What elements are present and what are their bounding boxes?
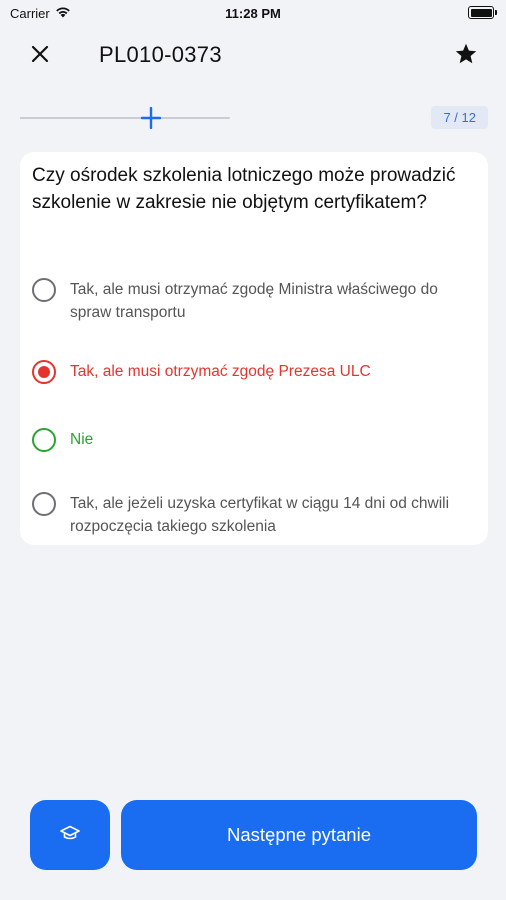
question-card: Czy ośrodek szkolenia lotniczego może pr… [20,152,488,545]
graduation-cap-icon [60,825,80,846]
battery-icon [468,6,497,19]
question-progress: 7 / 12 [20,104,488,132]
answer-text: Tak, ale musi otrzymać zgodę Prezesa ULC [70,363,371,380]
answer-text: Tak, ale jeżeli uzyska certyfikat w ciąg… [70,495,450,535]
radio-button[interactable] [32,428,56,452]
answer-option[interactable]: Tak, ale musi otrzymać zgodę Ministra wł… [32,278,476,324]
learn-button[interactable] [30,800,110,870]
nav-bar: PL010-0373 [0,28,506,84]
answer-text: Nie [70,431,94,448]
status-time: 11:28 PM [225,6,281,21]
answer-text: Tak, ale musi otrzymać zgodę Ministra wł… [70,281,438,321]
close-icon [31,45,49,68]
next-question-button[interactable]: Następne pytanie [121,800,477,870]
favorite-button[interactable] [450,40,482,72]
progress-slider-thumb[interactable] [141,107,161,129]
answer-option[interactable]: Tak, ale musi otrzymać zgodę Prezesa ULC [32,360,476,384]
radio-button[interactable] [32,492,56,516]
radio-button[interactable] [32,360,56,384]
status-bar: Carrier 11:28 PM [0,0,506,28]
question-id-title: PL010-0373 [99,42,222,67]
close-button[interactable] [24,40,56,72]
answer-option[interactable]: Nie [32,428,476,452]
progress-track [20,117,230,119]
question-counter: 7 / 12 [431,106,488,129]
star-icon [454,42,478,71]
progress-fill [20,117,142,119]
question-text: Czy ośrodek szkolenia lotniczego może pr… [32,165,456,213]
radio-button[interactable] [32,278,56,302]
answer-option[interactable]: Tak, ale jeżeli uzyska certyfikat w ciąg… [32,492,476,538]
